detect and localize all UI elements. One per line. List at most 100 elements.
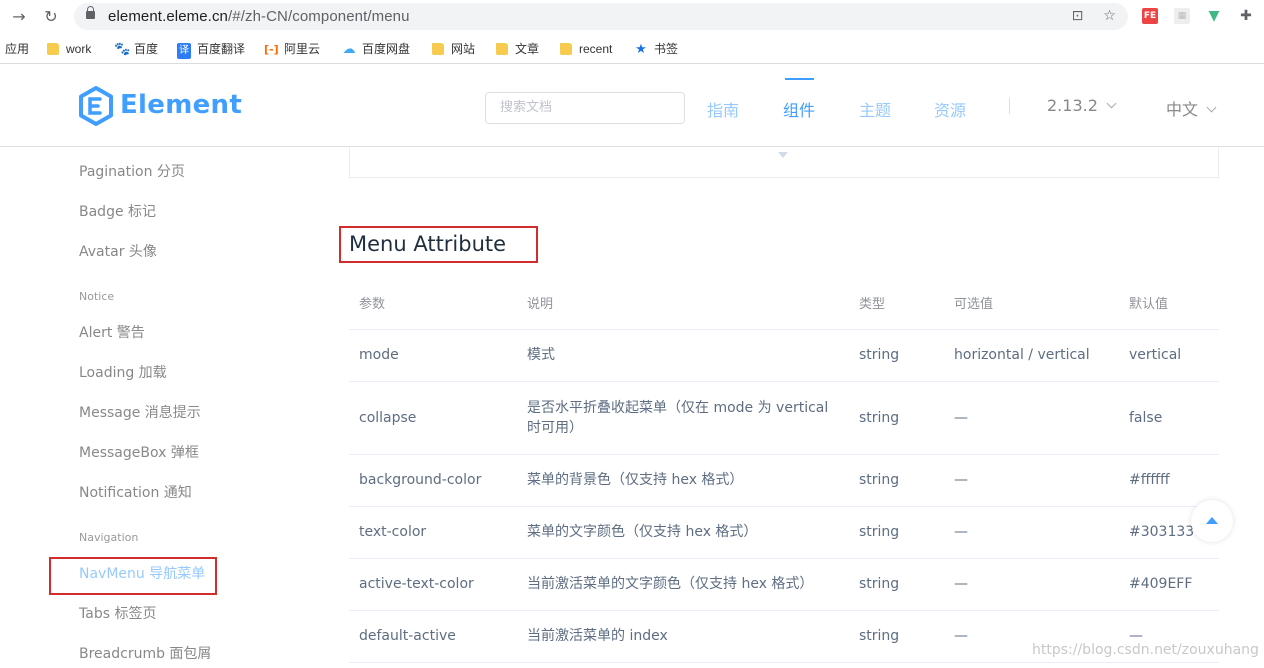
cell-type: string [849, 506, 944, 559]
cell-desc: 菜单的背景色（仅支持 hex 格式） [517, 454, 849, 507]
site-header: Element 搜索文档 指南 组件 主题 资源 2.13.2 中文 [0, 65, 1264, 146]
cell-desc: 当前激活菜单的 index [517, 610, 849, 663]
bookmark-articles[interactable]: 文章 [496, 41, 539, 57]
sidebar-item-messagebox[interactable]: MessageBox 弹框 [79, 442, 199, 462]
highlight-box-navmenu [49, 557, 217, 595]
chevron-down-icon [1106, 98, 1117, 109]
attribute-table: 参数 说明 类型 可选值 默认值 mode 模式 string horizont… [349, 277, 1219, 663]
bookmark-bookmarks[interactable]: ★ 书签 [634, 41, 678, 57]
puzzle-icon[interactable]: ✚ [1238, 8, 1254, 24]
cell-param: text-color [349, 506, 517, 559]
translate-icon: 译 [177, 43, 191, 59]
aliyun-icon: [-] [264, 43, 279, 56]
cell-param: mode [349, 329, 517, 382]
bookmark-recent[interactable]: recent [560, 41, 612, 57]
column-header: 可选值 [944, 277, 1119, 330]
cell-default: vertical [1119, 329, 1219, 382]
column-header: 说明 [517, 277, 849, 330]
element-logo[interactable]: Element [78, 86, 242, 126]
watermark: https://blog.csdn.net/zouxuhang [1032, 642, 1259, 658]
cell-desc: 当前激活菜单的文字颜色（仅支持 hex 格式） [517, 558, 849, 611]
sidebar-item-message[interactable]: Message 消息提示 [79, 402, 201, 422]
expand-caret-icon[interactable] [778, 152, 788, 158]
cell-type: string [849, 454, 944, 507]
header-divider [1009, 98, 1010, 114]
search-input[interactable]: 搜索文档 [485, 92, 685, 124]
version-dropdown[interactable]: 2.13.2 [1047, 96, 1117, 115]
column-header: 类型 [849, 277, 944, 330]
sidebar-group-notice: Notice [79, 290, 115, 303]
table-row: mode 模式 string horizontal / vertical ver… [349, 329, 1219, 382]
folder-icon [432, 43, 444, 55]
browser-toolbar: → ↻ element.eleme.cn/#/zh-CN/component/m… [0, 0, 1264, 34]
language-dropdown[interactable]: 中文 [1166, 96, 1217, 120]
star-icon[interactable]: ☆ [1101, 8, 1118, 25]
bookmark-sites[interactable]: 网站 [432, 41, 475, 57]
cell-type: string [849, 381, 944, 455]
url-text[interactable]: element.eleme.cn/#/zh-CN/component/menu [108, 8, 410, 25]
bookmark-work[interactable]: work [47, 41, 91, 57]
cell-options: horizontal / vertical [944, 329, 1119, 382]
cell-options: — [944, 506, 1119, 559]
cell-param: default-active [349, 610, 517, 663]
cell-param: background-color [349, 454, 517, 507]
star-icon: ★ [635, 42, 647, 57]
folder-icon [496, 43, 508, 55]
demo-block [349, 146, 1219, 178]
table-row: active-text-color 当前激活菜单的文字颜色（仅支持 hex 格式… [349, 558, 1219, 611]
sidebar-item-avatar[interactable]: Avatar 头像 [79, 241, 157, 261]
back-to-top-button[interactable] [1191, 500, 1233, 542]
address-bar[interactable]: element.eleme.cn/#/zh-CN/component/menu … [74, 3, 1128, 30]
folder-icon [560, 43, 572, 55]
fe-extension-icon[interactable]: FE [1142, 8, 1158, 24]
sidebar-item-notification[interactable]: Notification 通知 [79, 482, 192, 502]
bookmark-aliyun[interactable]: [-] 阿里云 [264, 41, 320, 57]
active-nav-underline [785, 78, 814, 80]
nav-component[interactable]: 组件 [783, 97, 815, 121]
sidebar-item-breadcrumb[interactable]: Breadcrumb 面包屑 [79, 643, 211, 663]
cell-options: — [944, 381, 1119, 455]
vue-devtools-icon[interactable]: ▼ [1206, 8, 1222, 24]
folder-icon [47, 43, 59, 55]
logo-text: Element [120, 90, 243, 120]
forward-icon[interactable]: → [8, 6, 30, 28]
table-row: collapse 是否水平折叠收起菜单（仅在 mode 为 vertical 时… [349, 381, 1219, 455]
lock-icon [86, 6, 95, 19]
nav-guide[interactable]: 指南 [707, 97, 739, 121]
baidu-paw-icon: 🐾 [114, 42, 131, 57]
chevron-down-icon [1206, 102, 1217, 113]
sidebar-item-badge[interactable]: Badge 标记 [79, 201, 156, 221]
translate-icon[interactable]: ⊡ [1069, 8, 1086, 25]
cell-options: — [944, 558, 1119, 611]
cell-default: false [1119, 381, 1219, 455]
cell-desc: 菜单的文字颜色（仅支持 hex 格式） [517, 506, 849, 559]
table-header-row: 参数 说明 类型 可选值 默认值 [349, 277, 1219, 330]
extension-icon[interactable]: ▦ [1174, 8, 1190, 24]
column-header: 参数 [349, 277, 517, 330]
column-header: 默认值 [1119, 277, 1219, 330]
cell-type: string [849, 558, 944, 611]
bookmark-baidu[interactable]: 🐾 百度 [114, 41, 158, 57]
table-row: background-color 菜单的背景色（仅支持 hex 格式） stri… [349, 454, 1219, 507]
highlight-box-title [339, 226, 538, 263]
reload-icon[interactable]: ↻ [40, 6, 62, 28]
sidebar-item-loading[interactable]: Loading 加载 [79, 362, 167, 382]
bookmark-apps[interactable]: 应用 [5, 41, 29, 57]
cell-default: #409EFF [1119, 558, 1219, 611]
nav-resource[interactable]: 资源 [934, 97, 966, 121]
sidebar-item-alert[interactable]: Alert 警告 [79, 322, 145, 342]
cloud-icon: ☁ [342, 42, 356, 57]
bookmark-baidu-pan[interactable]: ☁ 百度网盘 [342, 41, 411, 57]
bookmark-baidu-translate[interactable]: 译百度翻译 [177, 41, 245, 59]
element-logo-icon [79, 86, 113, 126]
cell-desc: 是否水平折叠收起菜单（仅在 mode 为 vertical 时可用） [517, 381, 849, 455]
nav-theme[interactable]: 主题 [859, 97, 891, 121]
sidebar-group-navigation: Navigation [79, 531, 139, 544]
cell-type: string [849, 610, 944, 663]
cell-options: — [944, 454, 1119, 507]
sidebar-item-pagination[interactable]: Pagination 分页 [79, 161, 185, 181]
sidebar-item-tabs[interactable]: Tabs 标签页 [79, 603, 156, 623]
cell-desc: 模式 [517, 329, 849, 382]
bookmarks-bar: 应用 work 🐾 百度 译百度翻译 [-] 阿里云 ☁ 百度网盘 网站 文章 rec… [0, 34, 1264, 64]
cell-param: collapse [349, 381, 517, 455]
